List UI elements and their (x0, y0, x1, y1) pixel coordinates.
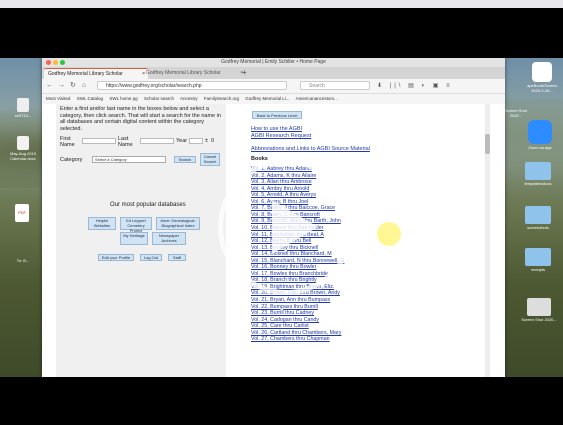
scrollbar-thumb[interactable] (485, 134, 490, 154)
category-label: Category (60, 157, 83, 163)
bookmark-item[interactable]: Godfrey Memorial Li... (245, 96, 289, 101)
screenshot-app-icon (532, 62, 552, 82)
cancel-search-button[interactable]: Cancel Search (200, 153, 220, 166)
volume-link[interactable]: Vol. 23, Burrill thru Cadney (251, 310, 314, 316)
volume-link[interactable]: Vol. 22, Bumpass thru Burrill (251, 304, 318, 310)
video-letterbox-bottom (0, 377, 563, 425)
cemetery-project-button[interactable]: Ed Leppert Cemetery Project (120, 217, 152, 233)
folder-icon (525, 248, 551, 266)
search-input[interactable]: Search (300, 81, 370, 90)
category-row: Category Select a Category Search Cancel… (56, 153, 226, 172)
bookmark-item[interactable]: Ancestry (180, 96, 198, 101)
desktop-icon-calendar[interactable]: May-Aug 2019 Calendar.docx (6, 136, 40, 161)
tab-label: Godfrey Memorial Library Scholar (146, 70, 221, 76)
desktop-icon-label: ce3713... (14, 113, 32, 118)
video-frame-top (0, 0, 563, 8)
window-title: Godfrey Memorial | Emily Schiller • Home… (221, 59, 326, 65)
helpful-websites-button[interactable]: Helpful Websites (88, 217, 116, 230)
bookmark-item[interactable]: Most Visited (46, 96, 70, 101)
desktop-icon-label: May-Aug 2019 Calendar.docx (9, 151, 36, 161)
desktop-icon-screenshots[interactable]: screenshots (520, 206, 556, 230)
cursor-highlight (377, 222, 401, 246)
screenshot-thumb-icon (527, 298, 551, 316)
tab-label: Godfrey Memorial Library Scholar (48, 71, 123, 77)
staff-button[interactable]: Staff (168, 254, 186, 261)
search-instructions: Enter a first and/or last name in the bo… (60, 106, 221, 132)
bookmark-item[interactable]: SWL Catalog (77, 96, 103, 101)
category-select[interactable]: Select a Category (92, 156, 166, 163)
play-icon[interactable] (272, 200, 318, 254)
research-request-link[interactable]: AGBI Research Request (251, 133, 311, 139)
how-to-use-link[interactable]: How to use the AGBI (251, 126, 302, 132)
desktop-icon-label: apeBoothScreen 2020-2-26... (527, 83, 557, 93)
zoom-icon (528, 120, 552, 144)
search-panel: Enter a first and/or last name in the bo… (56, 104, 226, 377)
new-tab-icon[interactable]: + (242, 67, 247, 79)
reload-icon[interactable]: ↻ (70, 81, 76, 91)
my-heritage-button[interactable]: My Heritage (120, 232, 148, 245)
url-input[interactable]: https://www.godfrey.org/scholar/search.p… (97, 81, 287, 90)
desktop-icon-label: screenshots (527, 225, 549, 230)
desktop-icon-label: Zoom.us.app (528, 145, 552, 150)
home-icon[interactable]: ⌂ (82, 81, 86, 91)
back-icon[interactable]: ← (46, 81, 53, 91)
first-name-field[interactable] (82, 138, 116, 144)
year-range-value[interactable]: 0 (211, 138, 214, 144)
newspaper-archives-button[interactable]: Newspaper Archives (152, 232, 186, 245)
window-titlebar: Godfrey Memorial | Emily Schiller • Home… (42, 58, 505, 67)
search-button[interactable]: Search (174, 156, 196, 163)
popular-databases-title: Our most popular databases (110, 202, 186, 208)
year-range-label: ± (205, 138, 209, 144)
bookmark-item[interactable]: Americanancestors... (296, 96, 338, 101)
back-to-previous-button[interactable]: Back to Previous Level (252, 111, 302, 119)
abbreviations-link[interactable]: Abbreviations and Links to AGBI Source M… (251, 146, 370, 152)
desktop-icon-zoom[interactable]: Zoom.us.app (526, 120, 554, 150)
volume-link[interactable]: Vol. 24, Cadogan thru Candy (251, 317, 319, 323)
desktop-icon-receipts[interactable]: receipts (520, 248, 556, 272)
last-name-field[interactable] (140, 138, 174, 144)
agbi-button[interactable]: Amer Genealogical-Biographical Index (156, 217, 200, 230)
desktop-icon-label: templates/docs (524, 181, 552, 186)
volume-link[interactable]: Vol. 21, Bryan, Ann thru Bumpass (251, 297, 330, 303)
zoom-window-icon[interactable] (60, 60, 65, 65)
desktop-icon-screenshot-3[interactable]: Screen Shot 2020... (520, 298, 558, 322)
desktop-icon-file[interactable]: ce3713... (8, 98, 38, 118)
desktop-icon-label: Screen Shot 2020... (505, 108, 528, 118)
desktop-icon-label: receipts (530, 267, 545, 272)
folder-icon (525, 162, 551, 180)
last-name-label: Last Name (118, 136, 133, 148)
desktop-icon-label: To: B... (16, 258, 30, 263)
pdf-icon: PDF (15, 204, 29, 222)
year-label: Year (176, 138, 188, 144)
nav-bar: ← → ↻ ⌂ https://www.godfrey.org/scholar/… (42, 79, 505, 94)
bookmark-item[interactable]: Scholar search (144, 96, 174, 101)
document-icon (17, 98, 29, 112)
desktop-icon-misc[interactable]: To: B... (8, 258, 38, 263)
tab-inactive[interactable]: Godfrey Memorial Library Scholar × (142, 68, 246, 79)
forward-icon[interactable]: → (58, 81, 65, 91)
toolbar-icons[interactable]: ⬇ ||\ ▤ ◐ ▣ ≡ (377, 81, 453, 91)
folder-icon (525, 206, 551, 224)
desktop-icon-label: Screen Shot 2020... (521, 317, 557, 322)
bookmark-item[interactable]: SWL home pg (109, 96, 137, 101)
first-name-label: First Name (60, 136, 75, 148)
log-out-button[interactable]: Log Out (140, 254, 162, 261)
docx-icon (17, 136, 29, 150)
volume-link[interactable]: Vol. 26, Cartland thru Chambers, Mary (251, 330, 341, 336)
desktop-icon-screenshot-1[interactable]: apeBoothScreen 2020-2-26... (524, 62, 560, 93)
tab-bar: Godfrey Memorial Library Scholar × Godfre… (42, 67, 505, 80)
desktop-icon-pdf[interactable]: PDF (10, 204, 34, 223)
close-window-icon[interactable] (46, 60, 51, 65)
volume-link[interactable]: Vol. 25, Care thru Carlist (251, 323, 309, 329)
name-search-row: First Name Last Name Year ± 0 (56, 136, 226, 152)
video-letterbox-top (0, 8, 563, 58)
year-field[interactable] (189, 138, 203, 144)
desktop-icon-templates[interactable]: templates/docs (520, 162, 556, 186)
desktop-icon-screenshot-2[interactable]: Screen Shot 2020... (505, 108, 527, 118)
edit-profile-button[interactable]: Edit your Profile (98, 254, 134, 261)
volume-link[interactable]: Vol. 27, Chambers thru Chapman (251, 336, 330, 342)
minimize-window-icon[interactable] (53, 60, 58, 65)
bookmark-item[interactable]: FamilySearch.org (204, 96, 239, 101)
